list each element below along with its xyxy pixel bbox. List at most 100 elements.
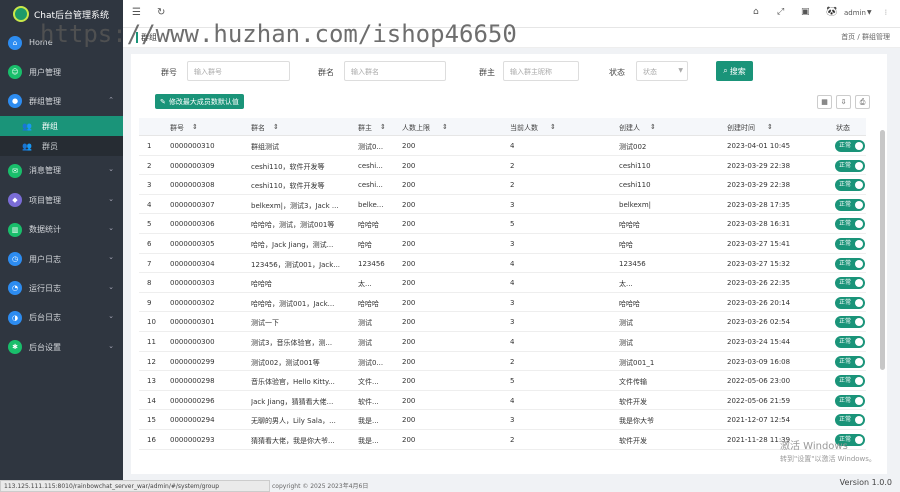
table-cell: 0000000307 <box>170 200 215 209</box>
status-toggle[interactable]: 正常 <box>835 414 865 427</box>
table-cell: 11 <box>147 338 156 346</box>
table-row[interactable]: 11 0000000300 测试3，音乐体验官，测... 测试 200 4 测试 2023-0… <box>139 332 866 352</box>
sort-icon[interactable]: ⇕ <box>442 123 448 131</box>
sidebar-item-7[interactable]: ◔ 运行日志 ⌄ <box>0 274 123 303</box>
table-cell: 200 <box>402 181 416 190</box>
sidebar-item-9[interactable]: ✱ 后台设置 ⌄ <box>0 333 123 362</box>
lock-icon[interactable]: ▣ <box>801 7 810 17</box>
table-row[interactable]: 3 0000000308 ceshi110，软件开发等 ceshi... 200 2 ces… <box>139 175 866 195</box>
status-toggle[interactable]: 正常 <box>835 277 865 290</box>
table-cell: 200 <box>402 357 416 366</box>
table-cell: ceshi110 <box>619 181 651 190</box>
group-name-input[interactable]: 输入群名 <box>344 61 446 81</box>
sidebar-item-8[interactable]: ◑ 后台日志 ⌄ <box>0 303 123 332</box>
search-button-label: 搜索 <box>729 66 746 76</box>
print-icon[interactable]: ⎙ <box>855 95 870 109</box>
sort-icon[interactable]: ⇕ <box>650 123 656 131</box>
sort-icon[interactable]: ⇕ <box>767 123 773 131</box>
table-cell: ceshi110 <box>619 161 651 170</box>
table-cell: 14 <box>147 396 156 405</box>
column-header[interactable]: 群号 <box>170 123 184 133</box>
table-row[interactable]: 14 0000000296 Jack Jiang，猜猜看大佬... 软件... 200 4… <box>139 391 866 411</box>
sidebar-item-5[interactable]: ▥ 数据统计 ⌄ <box>0 215 123 244</box>
tag-icon[interactable]: ⌂ <box>753 7 759 17</box>
chevron-down-icon: ⌄ <box>108 312 114 321</box>
table-cell: 4 <box>510 279 515 288</box>
search-button[interactable]: ⌕ 搜索 <box>716 61 753 81</box>
table-row[interactable]: 7 0000000304 123456，测试001，Jack... 123456 200… <box>139 254 866 274</box>
columns-icon[interactable]: ▦ <box>817 95 832 109</box>
user-name[interactable]: admin <box>844 9 866 17</box>
table-row[interactable]: 4 0000000307 belkexm|，测试3，Jack ... belke...… <box>139 195 866 215</box>
table-row[interactable]: 16 0000000293 猜猜看大佬，我是你大爷... 我是... 200 2 软件开发 2… <box>139 430 866 450</box>
status-toggle[interactable]: 正常 <box>835 238 865 250</box>
sort-icon[interactable]: ⇕ <box>380 123 386 131</box>
table-row[interactable]: 10 0000000301 测试一下 测试 200 3 测试 2023-03-26 02:54… <box>139 312 866 332</box>
table-row[interactable]: 8 0000000303 哈哈哈 太... 200 4 太... 2023-03-26 22:… <box>139 273 866 293</box>
table-row[interactable]: 5 0000000306 哈哈哈，测试，测试001等 哈哈哈 200 5 哈哈哈 2023-0… <box>139 214 866 234</box>
status-toggle[interactable]: 正常 <box>835 140 865 152</box>
refresh-icon[interactable]: ↻ <box>157 7 165 18</box>
status-toggle[interactable]: 正常 <box>835 296 865 309</box>
status-toggle[interactable]: 正常 <box>835 179 865 192</box>
fullscreen-icon[interactable]: ⤢ <box>777 7 784 17</box>
table-row[interactable]: 2 0000000309 ceshi110，软件开发等 ceshi... 200 2 ces… <box>139 156 866 176</box>
status-toggle[interactable]: 正常 <box>835 218 865 231</box>
sidebar-item-2[interactable]: ● 群组管理 ⌃ <box>0 87 123 116</box>
table-row[interactable]: 9 0000000302 哈哈哈，测试001，Jack... 哈哈哈 200 3 哈哈哈 20… <box>139 293 866 313</box>
owner-input[interactable]: 输入群主昵称 <box>503 61 579 81</box>
status-toggle[interactable]: 正常 <box>835 394 865 407</box>
status-select[interactable]: 状态 ▼ <box>636 61 688 81</box>
sidebar-item-1[interactable]: ☺ 用户管理 <box>0 57 123 86</box>
subnav-item-1[interactable]: 👥 群员 <box>0 136 123 157</box>
status-toggle[interactable]: 正常 <box>835 257 865 270</box>
status-toggle[interactable]: 正常 <box>835 355 865 368</box>
table-cell: 2023-03-26 02:54 <box>727 318 791 327</box>
sort-icon[interactable]: ⇕ <box>192 123 198 131</box>
table-cell: 哈哈哈 <box>619 299 640 308</box>
table-row[interactable]: 6 0000000305 哈哈，Jack Jiang，测试... 哈哈 200 3 哈哈 20… <box>139 234 866 254</box>
status-toggle[interactable]: 正常 <box>835 198 865 211</box>
table-row[interactable]: 15 0000000294 无聊的男人，Lily Sala，... 我是... 200 3… <box>139 410 866 430</box>
table-cell: 太... <box>358 280 372 289</box>
menu-toggle-icon[interactable]: ☰ <box>132 7 141 18</box>
status-toggle[interactable]: 正常 <box>835 316 865 329</box>
table-cell: 0000000302 <box>170 298 215 307</box>
table-row[interactable]: 1 0000000310 群组测试 测试0... 200 4 测试002 2023-04-01… <box>139 136 866 156</box>
column-header[interactable]: 当前人数 <box>510 123 538 133</box>
sidebar-item-6[interactable]: ◷ 用户日志 ⌄ <box>0 244 123 273</box>
subnav-item-0[interactable]: 👥 群组 <box>0 116 123 137</box>
sidebar-item-4[interactable]: ◆ 项目管理 ⌄ <box>0 186 123 215</box>
sidebar-item-label: 数据统计 <box>29 225 61 235</box>
batch-edit-button[interactable]: ✎ 修改最大成员数默认值 <box>155 94 244 109</box>
scrollbar[interactable] <box>880 130 885 370</box>
status-toggle[interactable]: 正常 <box>835 159 865 172</box>
nav-icon: ✉ <box>8 163 22 178</box>
export-icon[interactable]: ⇩ <box>836 95 851 109</box>
status-toggle[interactable]: 正常 <box>835 375 865 388</box>
group-no-input[interactable]: 输入群号 <box>187 61 290 81</box>
table-cell: 0000000305 <box>170 240 215 248</box>
column-header[interactable]: 群名 <box>251 123 265 133</box>
sort-icon[interactable]: ⇕ <box>550 123 556 131</box>
avatar[interactable]: 🐼 <box>826 7 837 17</box>
column-header[interactable]: 状态 <box>836 123 850 133</box>
column-header[interactable]: 群主 <box>358 123 372 133</box>
table-cell: 2022-05-06 23:00 <box>727 377 791 386</box>
sidebar-item-3[interactable]: ✉ 消息管理 ⌄ <box>0 156 123 185</box>
table-row[interactable]: 12 0000000299 测试002，测试001等 测试0... 200 2 测试001_… <box>139 352 866 372</box>
status-label: 状态 <box>609 68 625 77</box>
table-row[interactable]: 13 0000000298 音乐体验官，Hello Kitty... 文件... 200… <box>139 371 866 391</box>
column-header[interactable]: 创建时间 <box>727 123 755 133</box>
group-no-label: 群号 <box>161 68 177 77</box>
status-toggle[interactable]: 正常 <box>835 336 865 348</box>
column-header[interactable]: 人数上限 <box>402 123 430 133</box>
column-header[interactable]: 创建人 <box>619 123 640 133</box>
sort-icon[interactable]: ⇕ <box>273 123 279 131</box>
table-cell: 我是你大爷 <box>619 417 654 426</box>
more-icon[interactable]: ⋮ <box>883 9 889 16</box>
table-cell: Jack Jiang，猜猜看大佬... <box>251 397 334 406</box>
copyright: copyright © 2025 2023年4月6日 <box>272 483 369 490</box>
chevron-down-icon[interactable]: ▼ <box>867 9 872 16</box>
sidebar: Chat后台管理系统 ⌂ Home ☺ 用户管理 ● 群组管理 ⌃ 👥 群组 👥 群员 ✉ 消息管理 ⌄ ◆… <box>0 0 123 480</box>
